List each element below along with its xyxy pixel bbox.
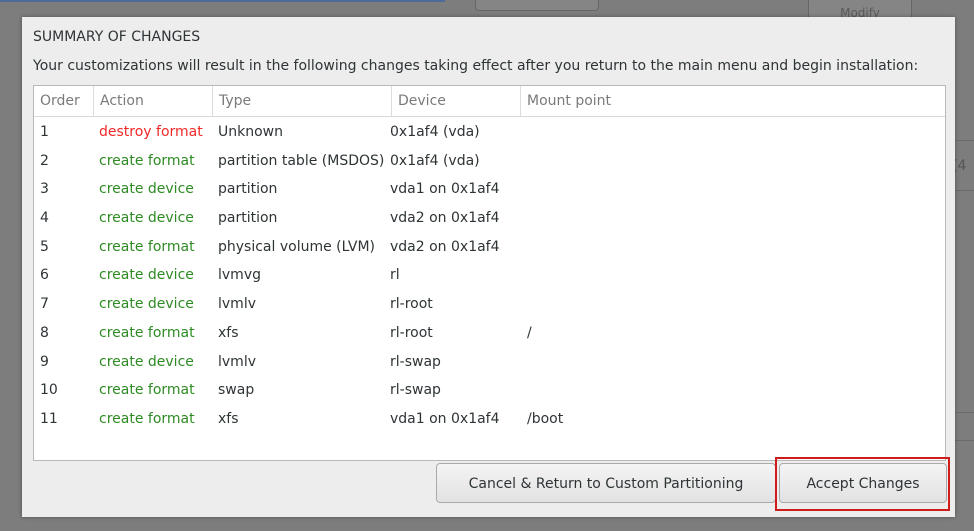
row-action-cell: create device bbox=[99, 210, 194, 227]
row-device-cell: 0x1af4 (vda) bbox=[390, 124, 480, 140]
row-type-cell: xfs bbox=[218, 324, 239, 341]
table-row[interactable]: 10 create format swap rl-swap bbox=[34, 376, 945, 405]
row-type-cell: partition bbox=[218, 181, 278, 198]
row-action-cell: create format bbox=[99, 238, 195, 255]
row-action-cell: create device bbox=[99, 296, 194, 313]
column-header-type[interactable]: Type bbox=[212, 86, 392, 116]
row-type-cell: lvmlv bbox=[218, 296, 256, 313]
table-row[interactable]: 11 create format xfs vda1 on 0x1af4/boot bbox=[34, 405, 945, 434]
row-order-cell: 10 bbox=[40, 382, 58, 399]
table-row[interactable]: 7 create device lvmlv rl-root bbox=[34, 290, 945, 319]
row-type-cell: swap bbox=[218, 382, 255, 399]
row-order-cell: 4 bbox=[40, 210, 49, 227]
row-device-cell: rl-swap bbox=[390, 353, 441, 370]
row-action-cell: create format bbox=[99, 324, 195, 341]
table-row[interactable]: 5 create format physical volume (LVM) vda2 … bbox=[34, 233, 945, 262]
table-row[interactable]: 4 create device partition vda2 on 0x1af4 bbox=[34, 204, 945, 233]
row-device-cell: rl-root bbox=[390, 324, 433, 341]
changes-table[interactable]: Order Action Type Device Mount point 1 de… bbox=[33, 85, 946, 461]
row-order-cell: 8 bbox=[40, 324, 49, 341]
column-header-mount-point[interactable]: Mount point bbox=[520, 86, 945, 116]
dialog-description: Your customizations will result in the f… bbox=[33, 58, 919, 74]
table-row[interactable]: 8 create format xfs rl-root / bbox=[34, 319, 945, 348]
row-mount-point-cell: / bbox=[527, 324, 532, 341]
row-type-cell: physical volume (LVM) bbox=[218, 238, 376, 255]
row-order-cell: 9 bbox=[40, 353, 49, 370]
row-action-cell: create device bbox=[99, 353, 194, 370]
row-device-cell: rl-swap bbox=[390, 382, 441, 399]
row-order-cell: 5 bbox=[40, 238, 49, 255]
accept-changes-button[interactable]: Accept Changes bbox=[779, 463, 947, 503]
table-row[interactable]: 2 create format partition table (MSDOS) 0x1… bbox=[34, 147, 945, 176]
row-order-cell: 11 bbox=[40, 410, 58, 427]
row-device-cell: vda1 on 0x1af4 bbox=[390, 410, 500, 427]
row-order-cell: 7 bbox=[40, 296, 49, 313]
column-header-order[interactable]: Order bbox=[34, 86, 94, 116]
row-order-cell: 2 bbox=[40, 152, 49, 169]
table-row[interactable]: 3 create device partition vda1 on 0x1af4 bbox=[34, 175, 945, 204]
table-header: Order Action Type Device Mount point bbox=[34, 86, 945, 117]
background-field bbox=[475, 0, 599, 11]
row-type-cell: lvmlv bbox=[218, 353, 256, 370]
row-device-cell: vda1 on 0x1af4 bbox=[390, 181, 500, 198]
row-action-cell: create format bbox=[99, 152, 195, 169]
row-device-cell: 0x1af4 (vda) bbox=[390, 152, 480, 169]
table-body: 1 destroy format Unknown 0x1af4 (vda) 2 creat… bbox=[34, 118, 945, 434]
summary-of-changes-dialog: SUMMARY OF CHANGES Your customizations w… bbox=[22, 17, 955, 517]
row-device-cell: vda2 on 0x1af4 bbox=[390, 210, 500, 227]
row-order-cell: 1 bbox=[40, 124, 49, 140]
row-action-cell: create format bbox=[99, 410, 195, 427]
row-order-cell: 6 bbox=[40, 267, 49, 284]
row-order-cell: 3 bbox=[40, 181, 49, 198]
row-device-cell: rl bbox=[390, 267, 400, 284]
column-header-action[interactable]: Action bbox=[93, 86, 213, 116]
row-action-cell: create device bbox=[99, 181, 194, 198]
table-row[interactable]: 6 create device lvmvg rl bbox=[34, 261, 945, 290]
row-type-cell: partition bbox=[218, 210, 278, 227]
row-type-cell: partition table (MSDOS) bbox=[218, 152, 385, 169]
background-accent-line bbox=[0, 0, 445, 2]
row-action-cell: destroy format bbox=[99, 124, 203, 140]
row-type-cell: Unknown bbox=[218, 124, 283, 140]
row-action-cell: create format bbox=[99, 382, 195, 399]
row-type-cell: xfs bbox=[218, 410, 239, 427]
column-header-device[interactable]: Device bbox=[391, 86, 521, 116]
cancel-return-button[interactable]: Cancel & Return to Custom Partitioning bbox=[436, 463, 776, 503]
row-mount-point-cell: /boot bbox=[527, 410, 564, 427]
dialog-title: SUMMARY OF CHANGES bbox=[33, 29, 201, 45]
table-row[interactable]: 1 destroy format Unknown 0x1af4 (vda) bbox=[34, 118, 945, 147]
table-row[interactable]: 9 create device lvmlv rl-swap bbox=[34, 348, 945, 377]
row-device-cell: vda2 on 0x1af4 bbox=[390, 238, 500, 255]
row-device-cell: rl-root bbox=[390, 296, 433, 313]
row-action-cell: create device bbox=[99, 267, 194, 284]
row-type-cell: lvmvg bbox=[218, 267, 261, 284]
